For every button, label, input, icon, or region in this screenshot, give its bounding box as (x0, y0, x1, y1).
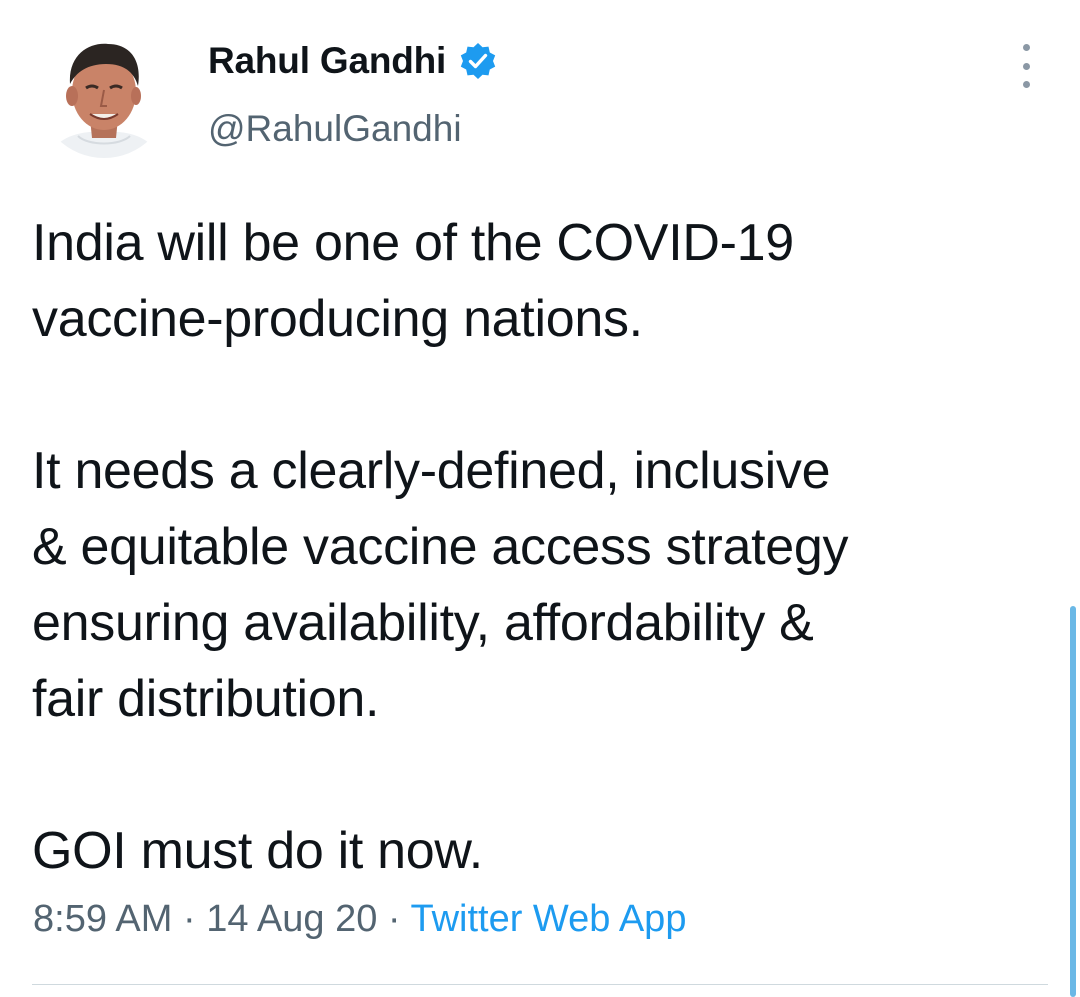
more-dot (1022, 44, 1030, 51)
tweet-time[interactable]: 8:59 AM (33, 898, 172, 940)
verified-badge-icon (458, 41, 498, 81)
author-display-name[interactable]: Rahul Gandhi (208, 40, 446, 82)
tweet-text: India will be one of the COVID-19 vaccin… (32, 214, 849, 880)
tweet-metadata: 8:59 AM · 14 Aug 20 · Twitter Web App (33, 898, 686, 941)
author-name-row: Rahul Gandhi (208, 36, 498, 86)
avatar-portrait-image (38, 26, 170, 158)
author-handle[interactable]: @RahulGandhi (208, 108, 498, 150)
more-dot (1022, 62, 1030, 70)
divider (32, 984, 1048, 985)
more-dot (1022, 81, 1030, 88)
tweet-author: Rahul Gandhi @RahulGandhi (208, 36, 498, 150)
scrollbar[interactable] (1070, 606, 1076, 997)
tweet-card: Rahul Gandhi @RahulGandhi India will be … (0, 0, 1080, 997)
avatar[interactable] (38, 26, 170, 158)
more-options-icon[interactable] (1010, 44, 1042, 88)
tweet-source-link[interactable]: Twitter Web App (410, 898, 686, 940)
tweet-date[interactable]: 14 Aug 20 (206, 898, 377, 940)
meta-separator: · (377, 898, 411, 940)
meta-separator: · (172, 898, 207, 940)
